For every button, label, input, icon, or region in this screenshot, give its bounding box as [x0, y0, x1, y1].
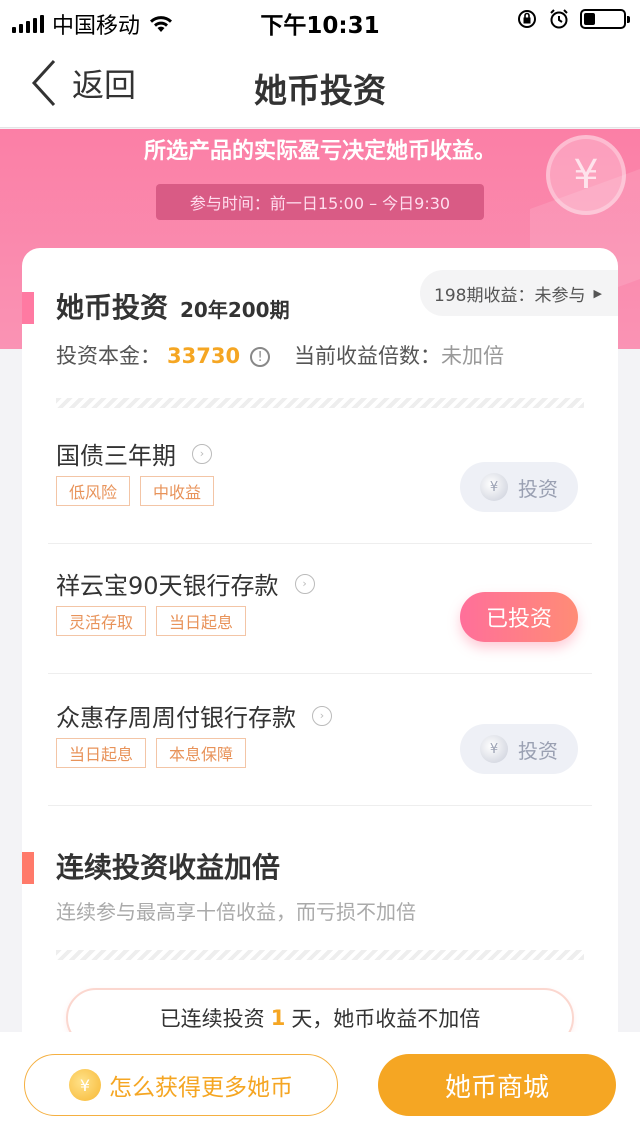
alarm-icon: [550, 9, 568, 29]
product-name: 祥云宝90天银行存款: [56, 572, 279, 600]
earn-more-label: 怎么获得更多她币: [109, 1075, 293, 1101]
divider: [56, 398, 584, 408]
section-marker: [22, 292, 34, 324]
invest-period: 20年200期: [180, 298, 290, 322]
status-bar: 中国移动 下午10:31: [0, 0, 640, 40]
section-marker: [22, 852, 34, 884]
product-item[interactable]: 祥云宝90天银行存款 › 灵活存取 当日起息 已投资: [48, 554, 592, 674]
product-tag: 当日起息: [56, 738, 147, 768]
invested-button-label: 已投资: [485, 607, 552, 632]
principal-label: 投资本金：: [56, 344, 161, 368]
invest-title: 她币投资: [56, 291, 169, 324]
invested-button[interactable]: 已投资: [460, 592, 578, 642]
streak-title: 连续投资收益加倍: [56, 851, 281, 884]
rotation-lock-icon: [518, 10, 536, 28]
yen-coin-icon: ¥: [480, 473, 508, 501]
invest-card: 她币投资 20年200期 198期收益：未参与 ▶ 投资本金： 33730! 当前收…: [22, 248, 618, 1068]
invest-section-title: 她币投资 20年200期: [56, 286, 290, 326]
invest-button[interactable]: ¥ 投资: [460, 724, 578, 774]
yen-coin-icon: ¥: [480, 735, 508, 763]
product-name: 国债三年期: [56, 442, 176, 470]
product-item[interactable]: 众惠存周周付银行存款 › 当日起息 本息保障 ¥ 投资: [48, 686, 592, 806]
period-earnings-label: 198期收益：未参与: [434, 285, 586, 306]
nav-bar: 返回 她币投资: [0, 40, 640, 128]
chevron-right-icon[interactable]: ›: [312, 705, 332, 726]
product-tag: 灵活存取: [56, 606, 147, 636]
period-earnings-pill[interactable]: 198期收益：未参与 ▶: [420, 270, 618, 316]
multiplier-row: 当前收益倍数：未加倍: [294, 340, 504, 370]
product-tag: 中收益: [140, 476, 215, 506]
product-tag: 低风险: [56, 476, 131, 506]
principal-row: 投资本金： 33730!: [56, 340, 271, 370]
page-title: 她币投资: [254, 71, 386, 110]
participation-time: 参与时间：前一日15:00 – 今日9:30: [156, 184, 484, 220]
streak-prefix: 已连续投资: [159, 1007, 265, 1031]
coin-mall-button[interactable]: 她币商城: [378, 1054, 616, 1116]
invest-button-label: 投资: [518, 738, 558, 763]
info-icon[interactable]: !: [250, 347, 271, 367]
earn-more-button[interactable]: ¥ 怎么获得更多她币: [24, 1054, 338, 1116]
product-item[interactable]: 国债三年期 › 低风险 中收益 ¥ 投资: [48, 424, 592, 544]
divider: [56, 950, 584, 960]
product-tag: 当日起息: [156, 606, 247, 636]
invest-button-label: 投资: [518, 476, 558, 501]
streak-subtitle: 连续参与最高享十倍收益，而亏损不加倍: [56, 900, 416, 924]
product-tag: 本息保障: [156, 738, 247, 768]
yen-coin-icon: ¥: [69, 1069, 101, 1101]
triangle-right-icon: ▶: [593, 286, 602, 300]
banner-note: 所选产品的实际盈亏决定她币收益。: [143, 139, 496, 164]
chevron-right-icon[interactable]: ›: [294, 573, 315, 594]
chevron-right-icon[interactable]: ›: [192, 443, 212, 464]
multiplier-value: 未加倍: [441, 344, 504, 368]
coin-mall-label: 她币商城: [444, 1072, 549, 1103]
principal-value: 33730: [167, 344, 241, 368]
invest-button[interactable]: ¥ 投资: [460, 462, 578, 512]
product-name: 众惠存周周付银行存款: [56, 704, 296, 732]
streak-days: 1: [270, 1006, 286, 1030]
streak-suffix: 天，她币收益不加倍: [291, 1007, 481, 1031]
battery-icon: [580, 9, 630, 29]
bottom-bar: ¥ 怎么获得更多她币 她币商城: [0, 1032, 640, 1136]
multiplier-label: 当前收益倍数：: [294, 344, 441, 368]
